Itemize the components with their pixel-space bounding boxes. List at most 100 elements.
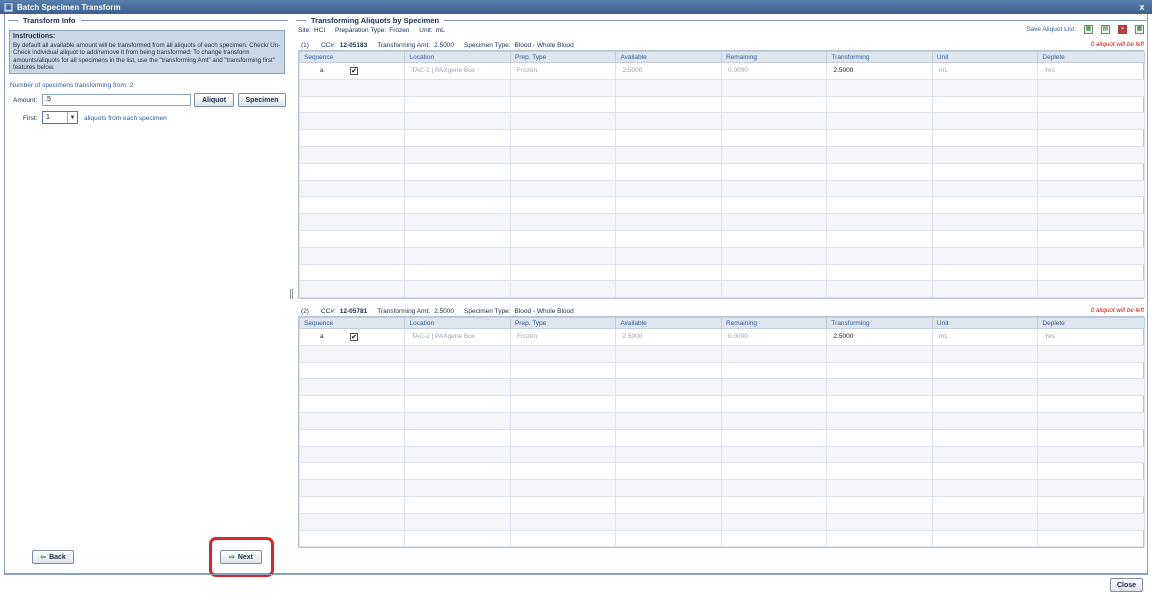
aliquot-checkbox[interactable]: ✔ xyxy=(350,67,358,75)
column-header[interactable]: Available xyxy=(615,51,722,63)
column-header[interactable]: Location xyxy=(404,317,511,329)
remaining-cell: 0.0000 xyxy=(720,62,828,80)
app-icon: ▣ xyxy=(4,2,13,12)
empty-row xyxy=(298,479,1145,497)
specimen-type-label: Specimen Type: xyxy=(464,41,511,49)
empty-row xyxy=(298,129,1145,147)
sequence-cell: a ✔ xyxy=(298,328,406,346)
empty-row xyxy=(298,78,1145,97)
site-label: Site: xyxy=(298,27,312,34)
column-header[interactable]: Unit xyxy=(931,51,1039,63)
column-header[interactable]: Transforming xyxy=(826,317,933,329)
site-info-line: Site: HCI Preparation Type: Frozen Unit: mL xyxy=(298,27,453,34)
column-header[interactable]: Sequence xyxy=(298,51,406,63)
specimen-header: (1) CC#: 12-05183 Transforming Amt: 2.50… xyxy=(298,40,1144,50)
column-header[interactable]: Location xyxy=(404,51,511,63)
empty-row xyxy=(298,145,1145,164)
specimen-block-1: (1) CC#: 12-05183 Transforming Amt: 2.50… xyxy=(298,40,1145,300)
location-cell: TAC-2 | PAXgene Box xyxy=(404,328,511,346)
unit-label: Unit: xyxy=(419,27,433,34)
first-aliquots-value: 1 xyxy=(46,114,50,121)
unit-cell: mL xyxy=(931,328,1039,346)
sequence-value: a xyxy=(320,67,324,75)
csv-export-icon[interactable]: ▤ xyxy=(1101,25,1110,34)
remaining-cell: 0.0000 xyxy=(720,328,828,346)
transform-info-header: Transform Info xyxy=(8,16,288,25)
table-row[interactable]: a ✔ TAC-2 | PAXgene Box Frozen 2.5000 0.… xyxy=(298,328,1145,346)
table-row[interactable]: a ✔ TAC-2 | PAXgene Box Frozen 2.5000 0.… xyxy=(298,62,1145,80)
deplete-cell: Yes xyxy=(1037,328,1145,346)
column-header[interactable]: Sequence xyxy=(298,317,406,329)
back-button-label: Back xyxy=(49,553,66,561)
empty-row xyxy=(298,428,1145,447)
transforming-amt-label: Transforming Amt: xyxy=(377,41,431,49)
empty-row xyxy=(298,495,1145,514)
empty-row xyxy=(298,263,1145,282)
prep-type-cell: Frozen xyxy=(509,62,617,80)
empty-row xyxy=(298,462,1145,481)
empty-row xyxy=(298,512,1145,531)
window-close-icon[interactable]: x xyxy=(1137,2,1147,12)
excel-export-icon[interactable]: ▦ xyxy=(1084,25,1093,34)
first-aliquots-select[interactable]: 1 ▼ xyxy=(42,111,78,124)
sequence-cell: a ✔ xyxy=(298,62,406,80)
first-label: First: xyxy=(23,115,38,122)
window-title-bar: ▣ Batch Specimen Transform x xyxy=(0,0,1152,14)
specimen-index: (2) xyxy=(301,307,309,315)
prep-type-value: Frozen xyxy=(389,27,410,34)
transforming-amt-label: Transforming Amt: xyxy=(377,307,431,315)
aliquot-left-note: 0 aliquot will be left xyxy=(1090,41,1144,48)
specimen-type-value: Blood - Whole Blood xyxy=(514,307,574,315)
grid-header-row: Sequence Location Prep. Type Available R… xyxy=(298,317,1145,329)
empty-row xyxy=(298,411,1145,430)
empty-row xyxy=(298,344,1145,363)
column-header[interactable]: Deplete xyxy=(1037,317,1145,329)
footer-divider xyxy=(4,574,1148,575)
next-button[interactable]: ⇨ Next xyxy=(220,550,262,564)
specimen-type-value: Blood - Whole Blood xyxy=(514,41,574,49)
transforming-cell[interactable]: 2.5000 xyxy=(826,328,933,346)
site-value: HCI xyxy=(314,27,326,34)
instructions-panel: Instructions: By default all available a… xyxy=(9,30,285,74)
unit-cell: mL xyxy=(931,62,1039,80)
pdf-export-icon[interactable]: ▪ xyxy=(1118,25,1127,34)
location-cell: TAC-2 | PAXgene Box xyxy=(404,62,511,80)
specimen-index: (1) xyxy=(301,41,309,49)
transform-info-title: Transform Info xyxy=(23,16,76,25)
empty-row xyxy=(298,529,1145,548)
available-cell: 2.5000 xyxy=(615,328,722,346)
column-header[interactable]: Remaining xyxy=(720,51,828,63)
column-header[interactable]: Transforming xyxy=(826,51,933,63)
aliquot-checkbox[interactable]: ✔ xyxy=(350,333,358,341)
column-header[interactable]: Unit xyxy=(931,317,1039,329)
prep-type-label: Preparation Type: xyxy=(335,27,387,34)
amount-label: Amount: xyxy=(13,97,38,104)
back-button[interactable]: ⇦ Back xyxy=(32,550,74,564)
chevron-down-icon[interactable]: ▼ xyxy=(67,112,77,123)
column-header[interactable]: Remaining xyxy=(720,317,828,329)
empty-row xyxy=(298,246,1145,265)
specimen-count-text: Number of specimens transforming from: 2 xyxy=(10,82,134,89)
empty-row xyxy=(298,280,1145,299)
cc-label: CC#: xyxy=(320,41,336,49)
specimen-block-2: (2) CC#: 12-05781 Transforming Amt: 2.50… xyxy=(298,306,1145,549)
close-button[interactable]: Close xyxy=(1110,578,1143,592)
column-header[interactable]: Prep. Type xyxy=(509,51,617,63)
amount-input[interactable]: .5 xyxy=(42,94,191,106)
column-header[interactable]: Deplete xyxy=(1037,51,1145,63)
specimen-button[interactable]: Specimen xyxy=(238,93,286,107)
column-header[interactable]: Available xyxy=(615,317,722,329)
aliquot-left-note: 0 aliquot will be left xyxy=(1090,307,1144,314)
save-aliquot-list: Save Aliquot List: ▦ ▤ ▪ ▦ xyxy=(1026,25,1144,34)
aliquot-button[interactable]: Aliquot xyxy=(194,93,234,107)
window-title: Batch Specimen Transform xyxy=(17,2,121,12)
deplete-cell: Yes xyxy=(1037,62,1145,80)
next-button-label: Next xyxy=(237,553,254,561)
panel-splitter-handle[interactable] xyxy=(290,289,293,299)
cc-number: 12-05781 xyxy=(339,307,368,315)
transforming-cell[interactable]: 2.5000 xyxy=(826,62,933,80)
grid-header-row: Sequence Location Prep. Type Available R… xyxy=(298,51,1145,63)
column-header[interactable]: Prep. Type xyxy=(509,317,617,329)
grid-export-icon[interactable]: ▦ xyxy=(1135,25,1144,34)
back-arrow-icon: ⇦ xyxy=(40,554,47,561)
